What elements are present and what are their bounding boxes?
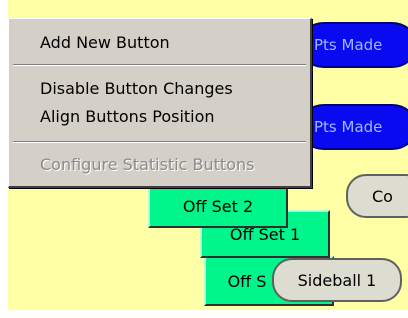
pts-made-button-top[interactable]: Pts Made <box>300 22 408 68</box>
menu-item-align-buttons-position-label: Align Buttons Position <box>40 107 215 126</box>
menu-item-disable-button-changes-label: Disable Button Changes <box>40 79 233 98</box>
context-menu: Add New Button Disable Button Changes Al… <box>8 18 312 188</box>
menu-item-configure-statistic-buttons-label: Configure Statistic Buttons <box>40 155 255 174</box>
sideball-1-button[interactable]: Sideball 1 <box>272 258 402 302</box>
co-button-partial[interactable]: Co <box>346 174 408 218</box>
menu-item-align-buttons-position[interactable]: Align Buttons Position <box>40 107 215 126</box>
pts-made-label-bottom: Pts Made <box>314 118 383 136</box>
off-set-2-label: Off Set 2 <box>182 196 254 216</box>
sideball-1-label: Sideball 1 <box>297 270 377 290</box>
co-button-label: Co <box>372 186 393 206</box>
off-set-3-label: Off S <box>227 271 267 291</box>
menu-item-disable-button-changes[interactable]: Disable Button Changes <box>40 79 233 98</box>
menu-item-configure-statistic-buttons: Configure Statistic Buttons <box>40 155 254 174</box>
menu-separator <box>13 64 306 66</box>
menu-separator <box>13 141 306 143</box>
menu-item-add-new-button-label: Add New Button <box>40 33 170 52</box>
pts-made-button-bottom[interactable]: Pts Made <box>300 104 408 150</box>
off-set-2-button[interactable]: Off Set 2 <box>148 184 288 228</box>
menu-item-add-new-button[interactable]: Add New Button <box>40 33 170 52</box>
pts-made-label-top: Pts Made <box>314 36 383 54</box>
